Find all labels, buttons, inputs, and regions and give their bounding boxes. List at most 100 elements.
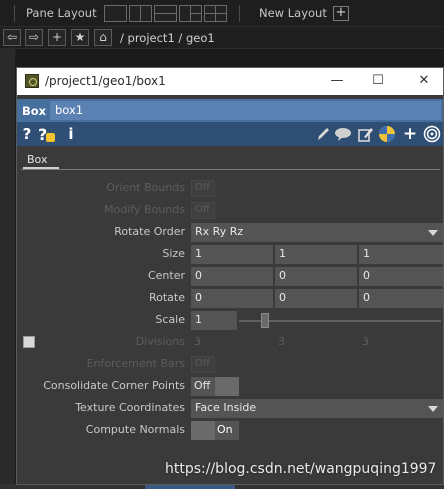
param-label: Rotate Order — [114, 225, 185, 238]
texture-coordinates-menu[interactable]: Face Inside — [191, 399, 443, 418]
network-path[interactable]: / project1 / geo1 — [120, 31, 215, 45]
rotate-z-field[interactable]: 0 — [359, 289, 443, 308]
parameter-window: /project1/geo1/box1 — ☐ ✕ Box box1 ? ? i… — [16, 67, 444, 485]
param-label: Enforcement Bars — [86, 357, 185, 370]
info-icon[interactable]: i — [65, 125, 77, 143]
orient-bounds-toggle: Off — [191, 180, 215, 197]
size-x-field[interactable]: 1 — [191, 245, 273, 264]
rotate-x-field[interactable]: 0 — [191, 289, 273, 308]
left-pane-edge — [0, 49, 16, 489]
comment-icon[interactable] — [334, 125, 352, 143]
param-label: Texture Coordinates — [75, 401, 185, 414]
scale-slider-track[interactable] — [239, 320, 441, 322]
watermark: https://blog.csdn.net/wangpuqing1997 — [165, 461, 437, 477]
modify-bounds-toggle: Off — [191, 202, 215, 219]
add-icon[interactable]: + — [402, 125, 418, 143]
operator-type: Box — [22, 104, 47, 118]
edit-document-icon[interactable] — [356, 125, 374, 143]
svg-text:?: ? — [38, 125, 47, 143]
minimize-icon[interactable]: — — [325, 71, 349, 91]
param-modify-bounds: Modify Bounds Off — [17, 200, 443, 220]
layout-single-button[interactable] — [104, 5, 127, 22]
param-rotate: Rotate 0 0 0 — [17, 288, 443, 308]
param-label: Rotate — [148, 291, 185, 304]
center-z-field[interactable]: 0 — [359, 267, 443, 286]
divisions-x-value: 3 — [194, 335, 201, 348]
app-icon — [25, 74, 39, 88]
close-icon[interactable]: ✕ — [412, 71, 436, 91]
window-titlebar[interactable]: /project1/geo1/box1 — ☐ ✕ — [17, 68, 443, 95]
layout-split-horizontal-icon — [155, 13, 176, 14]
param-label: Consolidate Corner Points — [43, 379, 185, 392]
texture-coordinates-value: Face Inside — [195, 401, 257, 414]
toggle-knob — [215, 377, 239, 396]
separator — [14, 5, 15, 22]
new-layout-add-button[interactable]: + — [333, 6, 349, 21]
layout-split-vertical-icon — [140, 6, 141, 21]
home-icon[interactable]: ⌂ — [94, 29, 112, 46]
param-label: Center — [147, 269, 185, 282]
rotate-y-field[interactable]: 0 — [275, 289, 357, 308]
add-pane-icon[interactable]: + — [48, 29, 66, 46]
param-size: Size 1 1 1 — [17, 244, 443, 264]
center-y-field[interactable]: 0 — [275, 267, 357, 286]
layout-single-icon — [105, 6, 126, 21]
toggle-knob — [191, 421, 215, 440]
separator — [239, 5, 240, 22]
toggle-on-label: On — [215, 421, 239, 440]
param-label: Orient Bounds — [106, 181, 185, 194]
rotate-order-value: Rx Ry Rz — [195, 225, 244, 238]
param-label: Modify Bounds — [104, 203, 185, 216]
rotate-order-menu[interactable]: Rx Ry Rz — [191, 223, 443, 242]
toggle-off-label: Off — [194, 379, 211, 392]
target-icon[interactable] — [423, 125, 441, 143]
operator-name-field[interactable]: box1 — [50, 101, 441, 120]
tab-box[interactable]: Box — [23, 152, 59, 169]
forward-arrow-icon[interactable]: ⇨ — [25, 29, 43, 46]
maximize-icon[interactable]: ☐ — [366, 71, 390, 91]
back-arrow-icon[interactable]: ⇦ — [3, 29, 21, 46]
param-rotate-order: Rotate Order Rx Ry Rz — [17, 222, 443, 242]
center-x-field[interactable]: 0 — [191, 267, 273, 286]
param-compute-normals: Compute Normals On — [17, 420, 443, 440]
window-title: /project1/geo1/box1 — [45, 74, 166, 88]
param-texture-coordinates: Texture Coordinates Face Inside — [17, 398, 443, 418]
layout-three-pane-button[interactable] — [179, 5, 202, 22]
size-y-field[interactable]: 1 — [275, 245, 357, 264]
star-favorite-icon[interactable]: ★ — [71, 29, 89, 46]
help-icon[interactable]: ? — [21, 125, 33, 143]
python-help-icon[interactable]: ? — [37, 125, 57, 144]
divisions-enable-checkbox[interactable] — [23, 336, 35, 348]
param-enforcement-bars: Enforcement Bars Off — [17, 354, 443, 374]
param-scale: Scale 1 — [17, 310, 443, 330]
param-center: Center 0 0 0 — [17, 266, 443, 286]
scale-slider-handle[interactable] — [261, 313, 269, 328]
python-icon[interactable] — [378, 125, 396, 143]
layout-quad-icon — [205, 6, 226, 21]
divisions-y-value: 3 — [278, 335, 285, 348]
layout-three-pane-icon — [190, 6, 201, 21]
dropdown-arrow-icon — [428, 230, 438, 236]
network-path-bar: ⇦ ⇨ + ★ ⌂ / project1 / geo1 — [0, 27, 444, 49]
param-divisions: Divisions 3 3 3 — [17, 332, 443, 352]
param-label: Compute Normals — [85, 423, 185, 436]
operator-toolbar: ? ? i + — [17, 122, 443, 146]
layout-quad-button[interactable] — [204, 5, 227, 22]
scale-field[interactable]: 1 — [191, 311, 237, 330]
tab-divider — [21, 169, 440, 170]
divisions-z-value: 3 — [362, 335, 369, 348]
layout-split-vertical-button[interactable] — [129, 5, 152, 22]
layout-split-horizontal-button[interactable] — [154, 5, 177, 22]
pane-layout-label: Pane Layout — [26, 6, 97, 20]
operator-header: Box box1 — [17, 99, 443, 122]
dropdown-arrow-icon — [428, 406, 438, 412]
param-orient-bounds: Orient Bounds Off — [17, 178, 443, 198]
pane-layout-bar: Pane Layout New Layout + — [0, 0, 444, 27]
consolidate-corner-points-toggle[interactable]: Off — [191, 377, 239, 396]
new-layout-label: New Layout — [259, 6, 327, 20]
compute-normals-toggle[interactable]: On — [191, 421, 239, 440]
size-z-field[interactable]: 1 — [359, 245, 443, 264]
enforcement-bars-toggle: Off — [191, 356, 215, 373]
param-label: Divisions — [135, 335, 185, 348]
pencil-icon[interactable] — [315, 125, 331, 143]
